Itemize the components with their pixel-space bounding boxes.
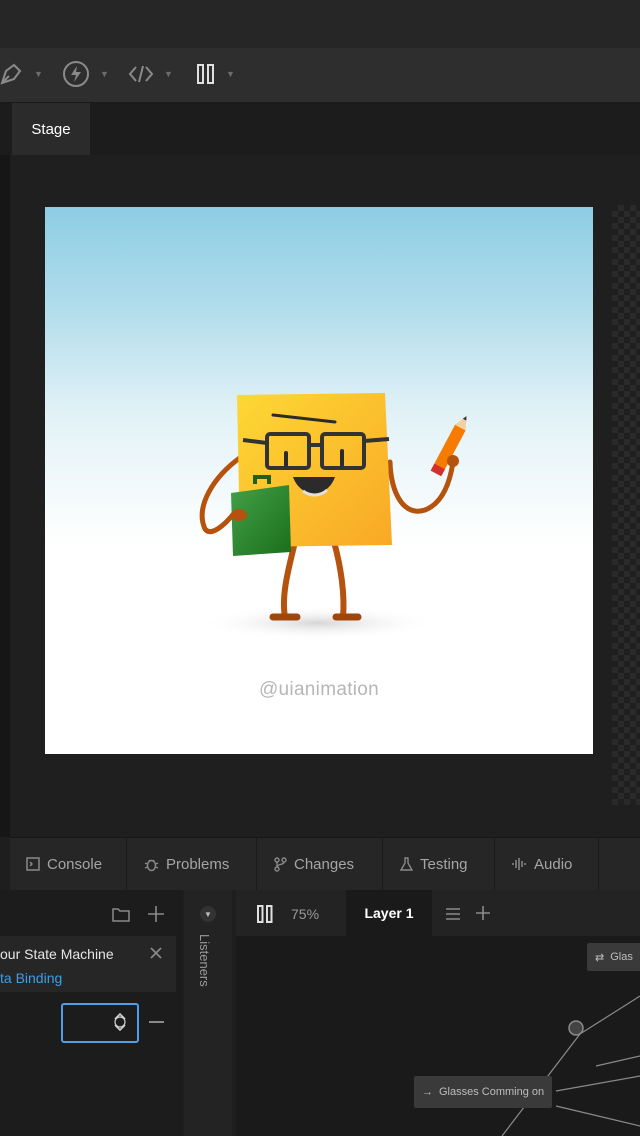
tab-audio[interactable]: Audio — [512, 838, 572, 890]
tab-changes[interactable]: Changes — [274, 838, 354, 890]
chevron-down-icon: ▼ — [34, 69, 43, 79]
state-node-label: Glas — [610, 951, 633, 963]
tab-divider — [256, 838, 257, 890]
watermark: @uianimation — [258, 679, 380, 700]
ground-shadow — [198, 606, 438, 640]
state-machine-title: our State Machine — [0, 946, 114, 962]
tab-testing-label: Testing — [420, 855, 468, 873]
chevron-down-icon: ▼ — [164, 69, 173, 79]
graph-pause-button[interactable] — [256, 904, 274, 929]
pen-tool-button[interactable]: ▼ — [0, 60, 43, 88]
bottom-panel-tabs: Console Problems Changes Testing Audio — [10, 837, 640, 890]
editor-tab-row: Stage — [0, 103, 640, 155]
state-graph-panel[interactable]: 75% Layer 1 ⇄ Glas → Glasses Comming on — [236, 890, 640, 1136]
tab-console[interactable]: Console — [26, 838, 102, 890]
state-machine-item[interactable]: our State Machine ta Binding — [0, 936, 176, 992]
tab-stage-label: Stage — [31, 120, 71, 138]
layer-menu-button[interactable] — [446, 907, 460, 925]
code-icon — [128, 65, 154, 83]
tab-audio-label: Audio — [534, 855, 573, 873]
pause-icon — [257, 905, 273, 923]
close-icon — [150, 947, 162, 959]
tab-problems[interactable]: Problems — [144, 838, 229, 890]
state-node-glasses[interactable]: ⇄ Glas — [587, 943, 640, 971]
waveform-icon — [512, 858, 526, 870]
top-bar — [0, 0, 640, 48]
state-node-glasses-comming-on[interactable]: → Glasses Comming on — [414, 1076, 553, 1108]
state-node-label: Glasses Comming on — [439, 1086, 545, 1098]
close-button[interactable] — [150, 946, 162, 964]
code-button[interactable]: ▼ — [128, 60, 173, 88]
tab-changes-label: Changes — [294, 855, 355, 873]
tab-stage[interactable]: Stage — [12, 103, 90, 155]
chevron-down-icon: ▼ — [226, 69, 235, 79]
tab-divider — [598, 838, 599, 890]
character-illustration — [198, 393, 467, 640]
folder-icon — [112, 908, 130, 922]
graph-header: 75% Layer 1 — [236, 890, 640, 936]
toolbar: ▼ ▼ ▼ ▼ — [0, 48, 640, 103]
transition-dot — [568, 1020, 584, 1036]
flask-icon — [400, 856, 413, 871]
number-input[interactable] — [61, 1003, 139, 1043]
listeners-label[interactable]: Listeners — [197, 934, 212, 987]
tab-layer-1[interactable]: Layer 1 — [346, 890, 432, 936]
arrow-right-icon: → — [422, 1086, 433, 1098]
tab-divider — [494, 838, 495, 890]
folder-button[interactable] — [112, 907, 130, 927]
events-button[interactable]: ▼ — [62, 60, 109, 88]
plus-icon — [148, 906, 164, 922]
pause-icon — [197, 64, 214, 84]
bug-icon — [144, 859, 159, 871]
pause-button[interactable]: ▼ — [196, 60, 235, 88]
tab-testing[interactable]: Testing — [400, 838, 468, 890]
chevron-down-icon: ▼ — [204, 909, 212, 919]
tab-console-label: Console — [47, 855, 103, 873]
data-binding-link[interactable]: ta Binding — [0, 970, 62, 986]
bolt-icon — [63, 61, 89, 87]
branch-icon — [274, 856, 287, 872]
tab-divider — [382, 838, 383, 890]
state-icon: ⇄ — [595, 951, 605, 964]
tab-problems-label: Problems — [166, 855, 230, 873]
left-edge-strip — [0, 155, 10, 837]
layer-tab-label: Layer 1 — [364, 905, 414, 921]
artboard[interactable]: @uianimation — [45, 207, 593, 754]
listeners-panel: ▼ Listeners — [184, 890, 232, 1136]
chevron-down-icon: ▼ — [100, 69, 109, 79]
list-icon — [446, 908, 460, 920]
collapse-button[interactable]: ▼ — [200, 906, 216, 922]
console-icon — [26, 857, 40, 871]
transparency-checker — [612, 205, 640, 805]
zoom-level[interactable]: 75% — [291, 906, 319, 922]
stepper-icon — [114, 1012, 126, 1032]
pen-icon — [0, 63, 22, 85]
add-button[interactable] — [147, 905, 165, 928]
state-machine-panel: our State Machine ta Binding — [0, 890, 182, 1136]
add-layer-button[interactable] — [475, 905, 491, 926]
tab-divider — [126, 838, 127, 890]
remove-button[interactable] — [149, 1021, 164, 1023]
plus-icon — [476, 906, 490, 920]
